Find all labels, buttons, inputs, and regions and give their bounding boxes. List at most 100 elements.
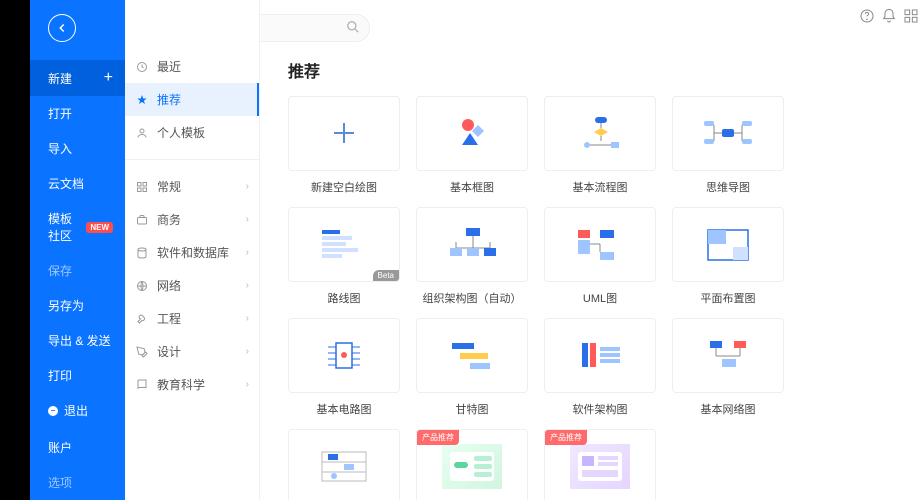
category-item[interactable]: 工程› xyxy=(125,302,259,335)
card-label: 思维导图 xyxy=(672,179,784,195)
menu-label: 账户 xyxy=(48,439,72,456)
category-item[interactable]: 设计› xyxy=(125,335,259,368)
category-label: 个人模板 xyxy=(157,124,205,141)
sidebar-menu-item[interactable]: 打开 xyxy=(30,96,125,131)
template-card[interactable]: 平面布置图 xyxy=(672,207,784,306)
card-label: 甘特图 xyxy=(416,401,528,417)
template-card[interactable]: 甘特图 xyxy=(416,318,528,417)
card-thumbnail xyxy=(544,96,656,171)
card-label: 平面布置图 xyxy=(672,290,784,306)
notification-icon[interactable] xyxy=(881,8,897,27)
menu-label: 保存 xyxy=(48,262,72,279)
sidebar-menu-item[interactable]: −退出 xyxy=(30,393,125,428)
sidebar-menu-item[interactable]: 导出 & 发送 xyxy=(30,323,125,358)
template-card[interactable]: 基本流程图 xyxy=(544,96,656,195)
chevron-right-icon: › xyxy=(246,379,249,390)
sidebar-menu-item[interactable]: 云文档 xyxy=(30,166,125,201)
menu-label: 导出 & 发送 xyxy=(48,332,111,349)
category-item[interactable]: 教育科学 › xyxy=(125,368,259,401)
card-thumbnail xyxy=(288,318,400,393)
card-label: 路线图 xyxy=(288,290,400,306)
card-label: 新建空白绘图 xyxy=(288,179,400,195)
search-wrap xyxy=(260,14,370,42)
category-label: 设计 xyxy=(157,343,181,360)
template-card[interactable]: 新建空白绘图 xyxy=(288,96,400,195)
card-thumbnail xyxy=(416,318,528,393)
menu-label: 打开 xyxy=(48,105,72,122)
template-card[interactable]: Beta 路线图 xyxy=(288,207,400,306)
sidebar-menu-item[interactable]: 导入 xyxy=(30,131,125,166)
sidebar-menu-item[interactable]: 打印 xyxy=(30,358,125,393)
plus-icon: + xyxy=(104,69,113,87)
card-label: 基本框图 xyxy=(416,179,528,195)
template-card[interactable]: 基本框图 xyxy=(416,96,528,195)
globe-icon xyxy=(135,279,149,293)
card-thumbnail: Beta xyxy=(288,207,400,282)
category-item[interactable]: 推荐 xyxy=(125,83,259,116)
book-icon xyxy=(135,378,149,392)
template-card[interactable]: 基本网络图 xyxy=(672,318,784,417)
template-card[interactable]: 组织架构图（自动） xyxy=(416,207,528,306)
card-thumbnail xyxy=(544,318,656,393)
card-label: 软件架构图 xyxy=(544,401,656,417)
category-item[interactable]: 商务› xyxy=(125,203,259,236)
template-card[interactable]: 产品推荐专业思维导图MindMas... xyxy=(416,429,528,500)
menu-label: 选项 xyxy=(48,474,72,491)
menu-label: 打印 xyxy=(48,367,72,384)
template-card[interactable]: 泳道图 xyxy=(288,429,400,500)
sidebar-menu-item[interactable]: 保存 xyxy=(30,253,125,288)
category-label: 常规 xyxy=(157,178,181,195)
main-sidebar: 新建+ 打开导入云文档模板社区NEW 保存另存为导出 & 发送打印 −退出 账户选项 xyxy=(30,0,125,500)
template-card[interactable]: 思维导图 xyxy=(672,96,784,195)
divider xyxy=(125,159,259,160)
top-right-icons xyxy=(859,8,919,27)
card-thumbnail: 产品推荐 xyxy=(416,429,528,500)
template-card-grid: 新建空白绘图基本框图基本流程图思维导图 Beta 路线图组织架构图（自动）UML图平… xyxy=(288,96,899,500)
category-item[interactable]: 网络› xyxy=(125,269,259,302)
card-thumbnail: 产品推荐 xyxy=(544,429,656,500)
card-thumbnail xyxy=(288,429,400,500)
section-title-recommend: 推荐 xyxy=(288,58,899,82)
sidebar-menu-item[interactable]: 模板社区NEW xyxy=(30,201,125,253)
category-item[interactable]: 最近 xyxy=(125,50,259,83)
category-item[interactable]: 常规› xyxy=(125,170,259,203)
menu-label: 云文档 xyxy=(48,175,84,192)
chevron-right-icon: › xyxy=(246,313,249,324)
arrow-left-icon xyxy=(55,21,69,35)
exit-icon: − xyxy=(48,406,58,416)
grid-icon[interactable] xyxy=(903,8,919,27)
star-icon xyxy=(135,93,149,107)
card-thumbnail xyxy=(672,96,784,171)
recommend-badge: 产品推荐 xyxy=(417,430,459,445)
category-item[interactable]: 个人模板 xyxy=(125,116,259,149)
template-card[interactable]: UML图 xyxy=(544,207,656,306)
sidebar-footer-item[interactable]: 选项 xyxy=(30,465,125,500)
card-thumbnail xyxy=(416,96,528,171)
template-card[interactable]: 基本电路图 xyxy=(288,318,400,417)
category-label: 软件和数据库 xyxy=(157,244,229,261)
window-black-bar xyxy=(0,0,30,500)
wrench-icon xyxy=(135,312,149,326)
pen-icon xyxy=(135,345,149,359)
search-icon xyxy=(346,20,360,37)
sidebar-footer-item[interactable]: 账户 xyxy=(30,430,125,465)
category-item[interactable]: 软件和数据库 › xyxy=(125,236,259,269)
new-badge: NEW xyxy=(86,222,113,233)
grid-icon xyxy=(135,180,149,194)
chevron-right-icon: › xyxy=(246,214,249,225)
sidebar-menu-item[interactable]: 新建+ xyxy=(30,60,125,96)
category-label: 教育科学 xyxy=(157,376,205,393)
category-label: 最近 xyxy=(157,58,181,75)
card-label: 基本流程图 xyxy=(544,179,656,195)
category-label: 网络 xyxy=(157,277,181,294)
main-content: 推荐 新建空白绘图基本框图基本流程图思维导图 Beta 路线图组织架构图（自动）UM… xyxy=(260,0,919,500)
card-thumbnail xyxy=(288,96,400,171)
sidebar-menu-item[interactable]: 另存为 xyxy=(30,288,125,323)
card-label: 基本网络图 xyxy=(672,401,784,417)
menu-label: 退出 xyxy=(64,402,88,419)
template-card[interactable]: 产品推荐协同设计Pixso xyxy=(544,429,656,500)
chevron-right-icon: › xyxy=(246,247,249,258)
help-icon[interactable] xyxy=(859,8,875,27)
back-button[interactable] xyxy=(48,14,76,42)
template-card[interactable]: 软件架构图 xyxy=(544,318,656,417)
